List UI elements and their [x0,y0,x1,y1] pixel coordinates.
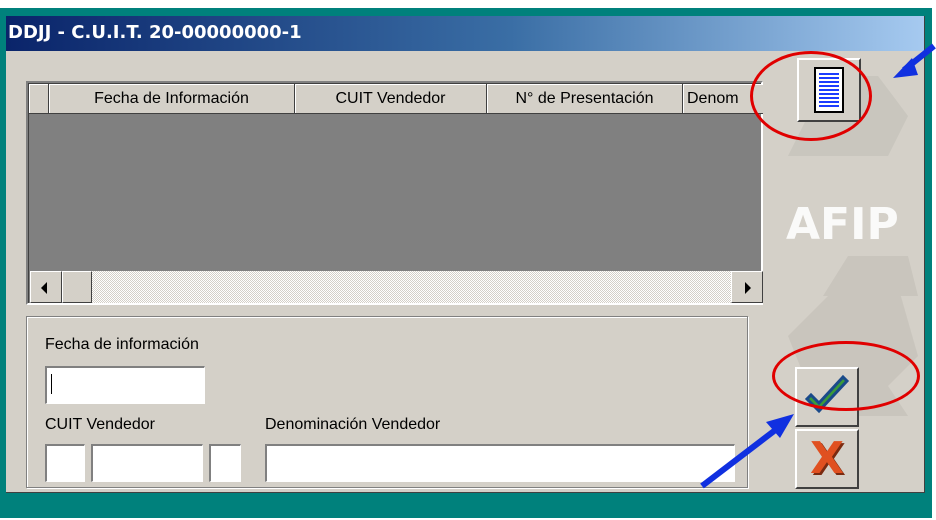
annotation-arrows [700,43,936,489]
annotation-arrow-top [893,43,936,78]
annotation-arrow-bottom [700,414,794,489]
